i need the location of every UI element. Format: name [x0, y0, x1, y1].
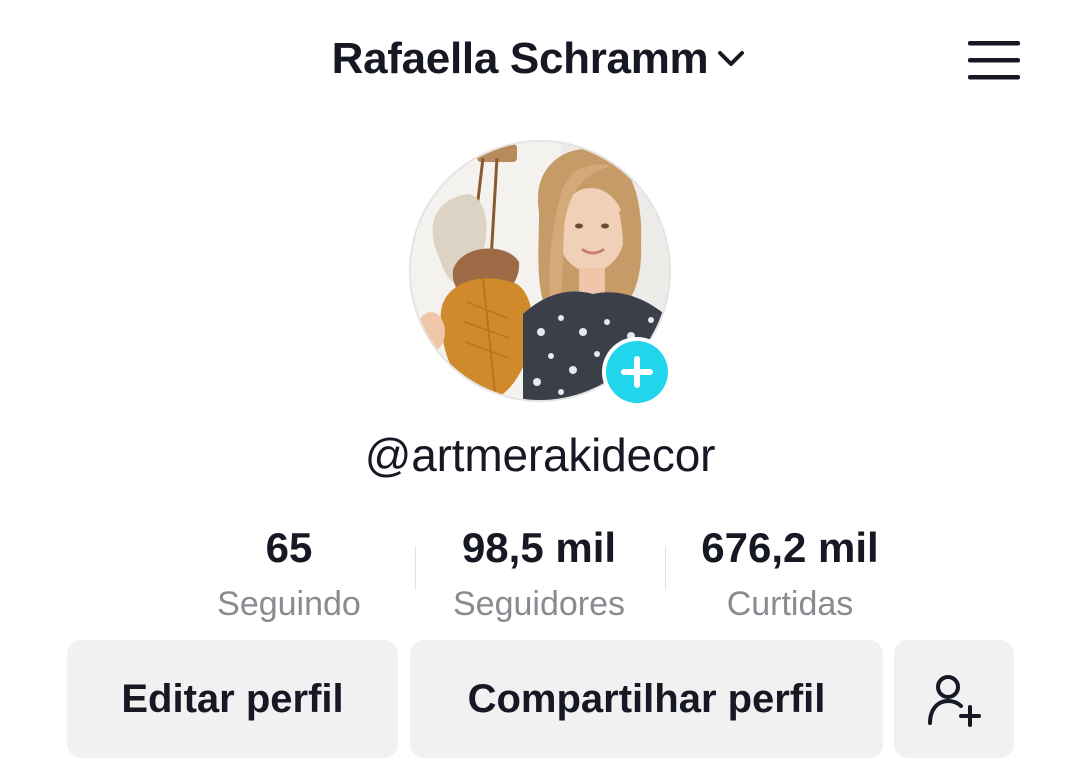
username-handle: @artmerakidecor: [364, 429, 716, 481]
stat-value: 65: [265, 524, 313, 571]
chevron-down-icon: [718, 51, 745, 66]
add-story-badge: [606, 341, 668, 403]
add-friend-button[interactable]: [894, 640, 1014, 758]
stat-value: 676,2 mil: [701, 524, 879, 571]
add-friend-icon: [928, 675, 981, 727]
stat-label: Curtidas: [726, 585, 854, 623]
share-profile-button[interactable]: Compartilhar perfil: [410, 640, 883, 758]
stat-likes[interactable]: 676,2 mil Curtidas: [665, 522, 915, 628]
account-switcher-wrap: Rafaella Schramm: [0, 34, 1080, 84]
hamburger-menu-icon[interactable]: [962, 36, 1026, 86]
stat-value: 98,5 mil: [461, 524, 617, 571]
plus-icon: [621, 356, 653, 388]
add-story-button[interactable]: [602, 337, 672, 407]
account-switcher[interactable]: Rafaella Schramm: [332, 34, 749, 84]
edit-profile-button[interactable]: Editar perfil: [67, 640, 398, 758]
stat-following[interactable]: 65 Seguindo: [164, 522, 414, 628]
avatar-container: [409, 140, 673, 407]
stat-label: Seguidores: [452, 585, 625, 623]
profile-name: Rafaella Schramm: [331, 34, 709, 83]
top-bar: Rafaella Schramm: [0, 0, 1080, 120]
stat-followers[interactable]: 98,5 mil Seguidores: [414, 522, 664, 628]
stat-label: Seguindo: [217, 585, 361, 623]
